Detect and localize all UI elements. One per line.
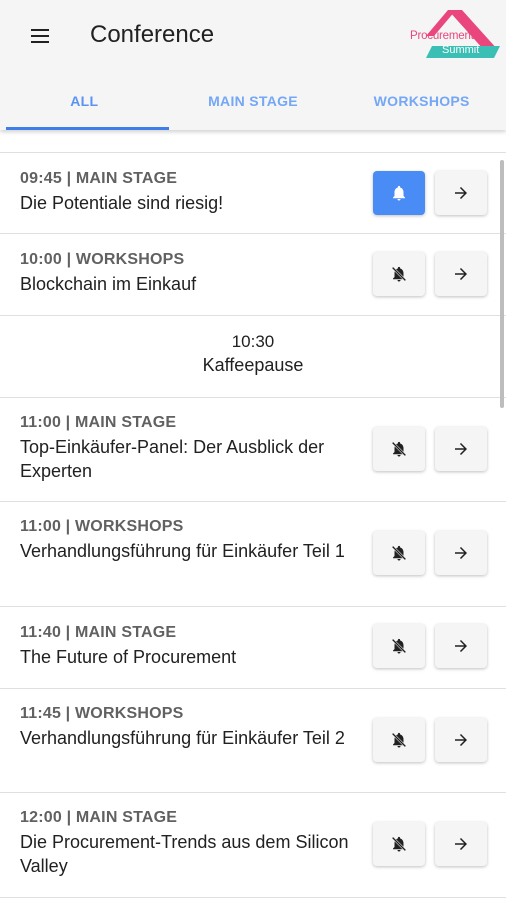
session-title: Verhandlungsführung für Einkäufer Teil 1 <box>20 541 345 561</box>
reminder-button[interactable] <box>373 171 425 215</box>
logo-text-summit: Summit <box>442 44 480 56</box>
session-title: Verhandlungsführung für Einkäufer Teil 2 <box>20 728 345 748</box>
open-session-button[interactable] <box>435 531 487 575</box>
session-meta: 09:45 | MAIN STAGE <box>20 170 178 187</box>
logo-text-procurement: Procurement <box>410 30 474 42</box>
arrow-right-icon <box>455 187 467 199</box>
reminder-button[interactable] <box>373 252 425 296</box>
session-meta: 11:00 | WORKSHOPS <box>20 518 184 535</box>
arrow-right-icon <box>455 640 467 652</box>
session-meta: 11:45 | WORKSHOPS <box>20 705 184 722</box>
active-tab-indicator <box>6 127 169 130</box>
tab-all[interactable]: ALL <box>0 72 169 130</box>
reminder-button[interactable] <box>373 531 425 575</box>
arrow-right-icon <box>455 734 467 746</box>
tab-main-stage[interactable]: MAIN STAGE <box>169 72 338 130</box>
session-row[interactable]: 10:00 | WORKSHOPS Blockchain im Einkauf <box>0 234 506 316</box>
tab-main-stage-label: MAIN STAGE <box>208 93 298 109</box>
reminder-button[interactable] <box>373 624 425 668</box>
session-title: Die Potentiale sind riesig! <box>20 193 224 213</box>
break-time: 10:30 <box>231 332 275 351</box>
open-session-button[interactable] <box>435 427 487 471</box>
reminder-button[interactable] <box>373 718 425 762</box>
tab-workshops[interactable]: WORKSHOPS <box>337 72 506 130</box>
open-session-button[interactable] <box>435 718 487 762</box>
bell-off-icon <box>391 545 407 561</box>
open-session-button[interactable] <box>435 822 487 866</box>
reminder-button[interactable] <box>373 427 425 471</box>
scrollbar[interactable] <box>500 160 504 408</box>
page-title: Conference <box>90 21 215 48</box>
session-meta: 12:00 | MAIN STAGE <box>20 809 178 826</box>
session-row[interactable]: 11:40 | MAIN STAGE The Future of Procure… <box>0 607 506 689</box>
menu-icon <box>31 29 49 43</box>
tab-workshops-label: WORKSHOPS <box>373 93 470 109</box>
bell-off-icon <box>391 732 407 748</box>
session-title: Die Procurement-Trends aus dem Silicon V… <box>20 832 349 876</box>
arrow-right-icon <box>455 547 467 559</box>
session-title: The Future of Procurement <box>20 647 237 667</box>
session-list: 09:45 | MAIN STAGE Die Potentiale sind r… <box>0 152 506 900</box>
bell-icon <box>393 185 405 201</box>
arrow-right-icon <box>455 838 467 850</box>
tab-all-label: ALL <box>70 93 99 109</box>
session-row[interactable]: 11:00 | WORKSHOPS Verhandlungsführung fü… <box>0 502 506 607</box>
break-row: 10:30 Kaffeepause <box>0 316 506 398</box>
session-title: Top-Einkäufer-Panel: Der Ausblick der Ex… <box>20 437 325 481</box>
break-label: Kaffeepause <box>202 355 304 375</box>
bell-off-icon <box>391 266 407 282</box>
session-title: Blockchain im Einkauf <box>20 274 197 294</box>
toolbar: Conference Procurement Summit <box>0 0 506 72</box>
session-row[interactable]: 11:00 | MAIN STAGE Top-Einkäufer-Panel: … <box>0 398 506 502</box>
reminder-button[interactable] <box>373 822 425 866</box>
procurement-summit-logo: Procurement Summit <box>404 6 502 62</box>
app-bar: Conference Procurement Summit ALL MAIN S… <box>0 0 506 130</box>
session-meta: 11:40 | MAIN STAGE <box>20 624 177 641</box>
arrow-right-icon <box>455 443 467 455</box>
bell-off-icon <box>391 836 407 852</box>
bell-off-icon <box>391 441 407 457</box>
open-session-button[interactable] <box>435 171 487 215</box>
bell-off-icon <box>391 638 407 654</box>
session-row[interactable]: 11:45 | WORKSHOPS Verhandlungsführung fü… <box>0 689 506 793</box>
arrow-right-icon <box>455 268 467 280</box>
menu-button[interactable] <box>16 16 64 56</box>
tab-bar: ALL MAIN STAGE WORKSHOPS <box>0 72 506 130</box>
session-meta: 11:00 | MAIN STAGE <box>20 414 177 431</box>
open-session-button[interactable] <box>435 252 487 296</box>
session-meta: 10:00 | WORKSHOPS <box>20 251 185 268</box>
session-row[interactable]: 09:45 | MAIN STAGE Die Potentiale sind r… <box>0 152 506 234</box>
session-row[interactable]: 12:00 | MAIN STAGE Die Procurement-Trend… <box>0 793 506 898</box>
open-session-button[interactable] <box>435 624 487 668</box>
